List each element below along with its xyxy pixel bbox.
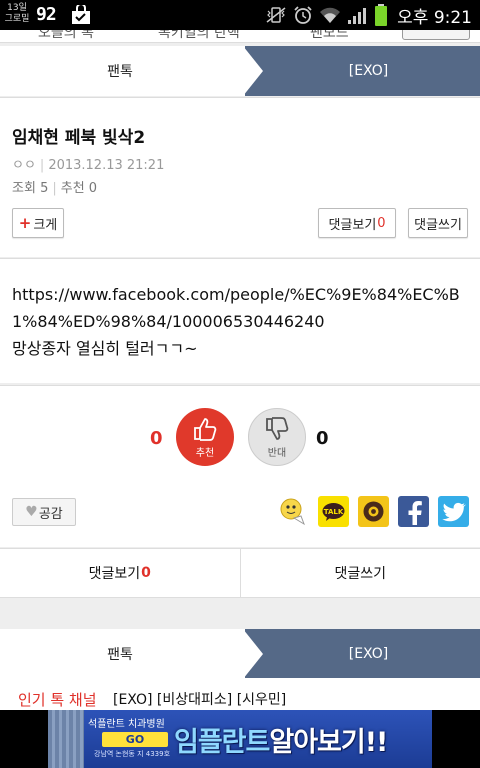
ad-hospital-name: 석플란트 치과병원 xyxy=(88,719,165,730)
like-label: 공감 xyxy=(38,506,63,522)
shopping-bag-icon xyxy=(70,3,92,25)
facebook-icon[interactable] xyxy=(398,496,429,527)
svg-text:TALK: TALK xyxy=(324,508,344,516)
twitter-icon[interactable] xyxy=(438,496,469,527)
ad-content[interactable]: 석플란트 치과병원 GO 강남역 논현동 지 4339호 임플란트알아보기!! xyxy=(48,710,432,768)
post-datetime: 2013.12.13 21:21 xyxy=(48,158,165,173)
oppose-label: 반대 xyxy=(267,447,287,459)
breadcrumb-channel[interactable]: [EXO] xyxy=(245,46,480,96)
post-link[interactable]: https://www.facebook.com/people/%EC%9E%8… xyxy=(12,281,468,335)
me2day-icon[interactable] xyxy=(278,496,309,527)
popular-channel-links[interactable]: [EXO] [비상대피소] [시우민] xyxy=(113,689,286,709)
upvote-count: 0 xyxy=(150,428,163,449)
post-stats: 조회 5 | 추천 0 xyxy=(12,177,97,196)
view-comments-tab[interactable]: 댓글보기 0 xyxy=(0,549,240,597)
view-comments-button[interactable]: 댓글보기 0 xyxy=(318,208,396,238)
muted-vibrate-icon xyxy=(265,6,287,24)
post-content: https://www.facebook.com/people/%EC%9E%8… xyxy=(12,281,468,362)
status-date-sub: 그로밀 xyxy=(4,14,30,24)
status-date-widget: 13일 그로밀 xyxy=(4,3,30,25)
top-menu: 오늘의 톡 톡키일의 탄핵 팬모드 xyxy=(0,30,480,43)
thumbs-down-icon xyxy=(266,416,289,440)
enlarge-label: 크게 xyxy=(33,217,58,233)
downvote-count: 0 xyxy=(316,428,329,449)
post-header: 임채현 페북 빛삭2 ㅇㅇ | 2013.12.13 21:21 조회 5 | 추천 0… xyxy=(0,97,480,257)
view-comments-label: 댓글보기 xyxy=(328,217,377,233)
signal-icon xyxy=(347,5,369,25)
recommend-label: 추천 xyxy=(195,447,215,459)
enlarge-text-button[interactable]: + 크게 xyxy=(12,208,64,238)
thumbs-up-icon xyxy=(194,417,217,441)
vote-area: 0 추천 반대 0 ♥ 공감 TALK xyxy=(0,385,480,547)
post-title: 임채현 페북 빛삭2 xyxy=(12,128,146,148)
status-time: 오후 9:21 xyxy=(397,7,472,28)
post-meta: ㅇㅇ | 2013.12.13 21:21 xyxy=(12,154,164,173)
comment-count: 0 xyxy=(141,565,151,581)
status-bar: 13일 그로밀 92 오후 9:21 xyxy=(0,0,480,30)
divider: | xyxy=(39,158,45,173)
divider: | xyxy=(52,181,57,196)
alarm-icon xyxy=(293,5,313,25)
kakaotalk-icon[interactable]: TALK xyxy=(318,496,349,527)
status-temperature: 92 xyxy=(36,4,57,25)
ad-go-button[interactable]: GO xyxy=(102,732,168,747)
post-body-text: 망상종자 열심히 털러ㄱㄱ~ xyxy=(12,339,198,358)
heart-icon: ♥ xyxy=(25,504,38,520)
top-menu-item[interactable]: 팬모드 xyxy=(310,30,349,42)
bottom-breadcrumb: [EXO] 팬톡 xyxy=(0,629,480,679)
kakaostory-icon[interactable] xyxy=(358,496,389,527)
post-body: https://www.facebook.com/people/%EC%9E%8… xyxy=(0,258,480,383)
building-image xyxy=(48,710,84,768)
comment-bar: 댓글보기 0 댓글쓰기 xyxy=(0,548,480,598)
comment-count: 0 xyxy=(377,215,386,231)
full-list-button[interactable] xyxy=(402,30,470,40)
recommends-count: 0 xyxy=(88,181,98,196)
ad-headline-2: 알아보기!! xyxy=(269,727,388,758)
ad-address: 강남역 논현동 지 4339호 xyxy=(94,750,171,758)
status-date: 13일 xyxy=(7,3,27,13)
breadcrumb: [EXO] 팬톡 xyxy=(0,46,480,96)
ad-headline: 임플란트알아보기!! xyxy=(174,720,388,759)
write-comment-label: 댓글쓰기 xyxy=(334,566,387,582)
recommend-button[interactable]: 추천 xyxy=(176,408,234,466)
write-comment-tab[interactable]: 댓글쓰기 xyxy=(239,549,480,597)
top-menu-item[interactable]: 톡키일의 탄핵 xyxy=(158,30,240,42)
views-count: 5 xyxy=(40,181,49,196)
breadcrumb-channel[interactable]: [EXO] xyxy=(245,629,480,679)
top-menu-item[interactable]: 오늘의 톡 xyxy=(38,30,94,42)
write-comment-button[interactable]: 댓글쓰기 xyxy=(408,208,468,238)
post-author: ㅇㅇ xyxy=(12,158,36,173)
breadcrumb-category[interactable]: 팬톡 xyxy=(0,629,250,679)
oppose-button[interactable]: 반대 xyxy=(248,408,306,466)
breadcrumb-category[interactable]: 팬톡 xyxy=(0,46,250,96)
wifi-icon xyxy=(319,6,341,24)
views-label: 조회 xyxy=(12,181,36,196)
ad-headline-1: 임플란트 xyxy=(174,727,270,758)
recommends-label: 추천 xyxy=(60,181,85,196)
battery-icon xyxy=(375,4,388,26)
popular-channels-label: 인기 톡 채널 xyxy=(18,691,97,709)
like-button[interactable]: ♥ 공감 xyxy=(12,498,76,526)
write-comment-label: 댓글쓰기 xyxy=(414,217,462,233)
plus-icon: + xyxy=(18,214,32,232)
view-comments-label: 댓글보기 xyxy=(88,566,141,582)
ad-banner[interactable]: 석플란트 치과병원 GO 강남역 논현동 지 4339호 임플란트알아보기!! xyxy=(0,710,480,768)
